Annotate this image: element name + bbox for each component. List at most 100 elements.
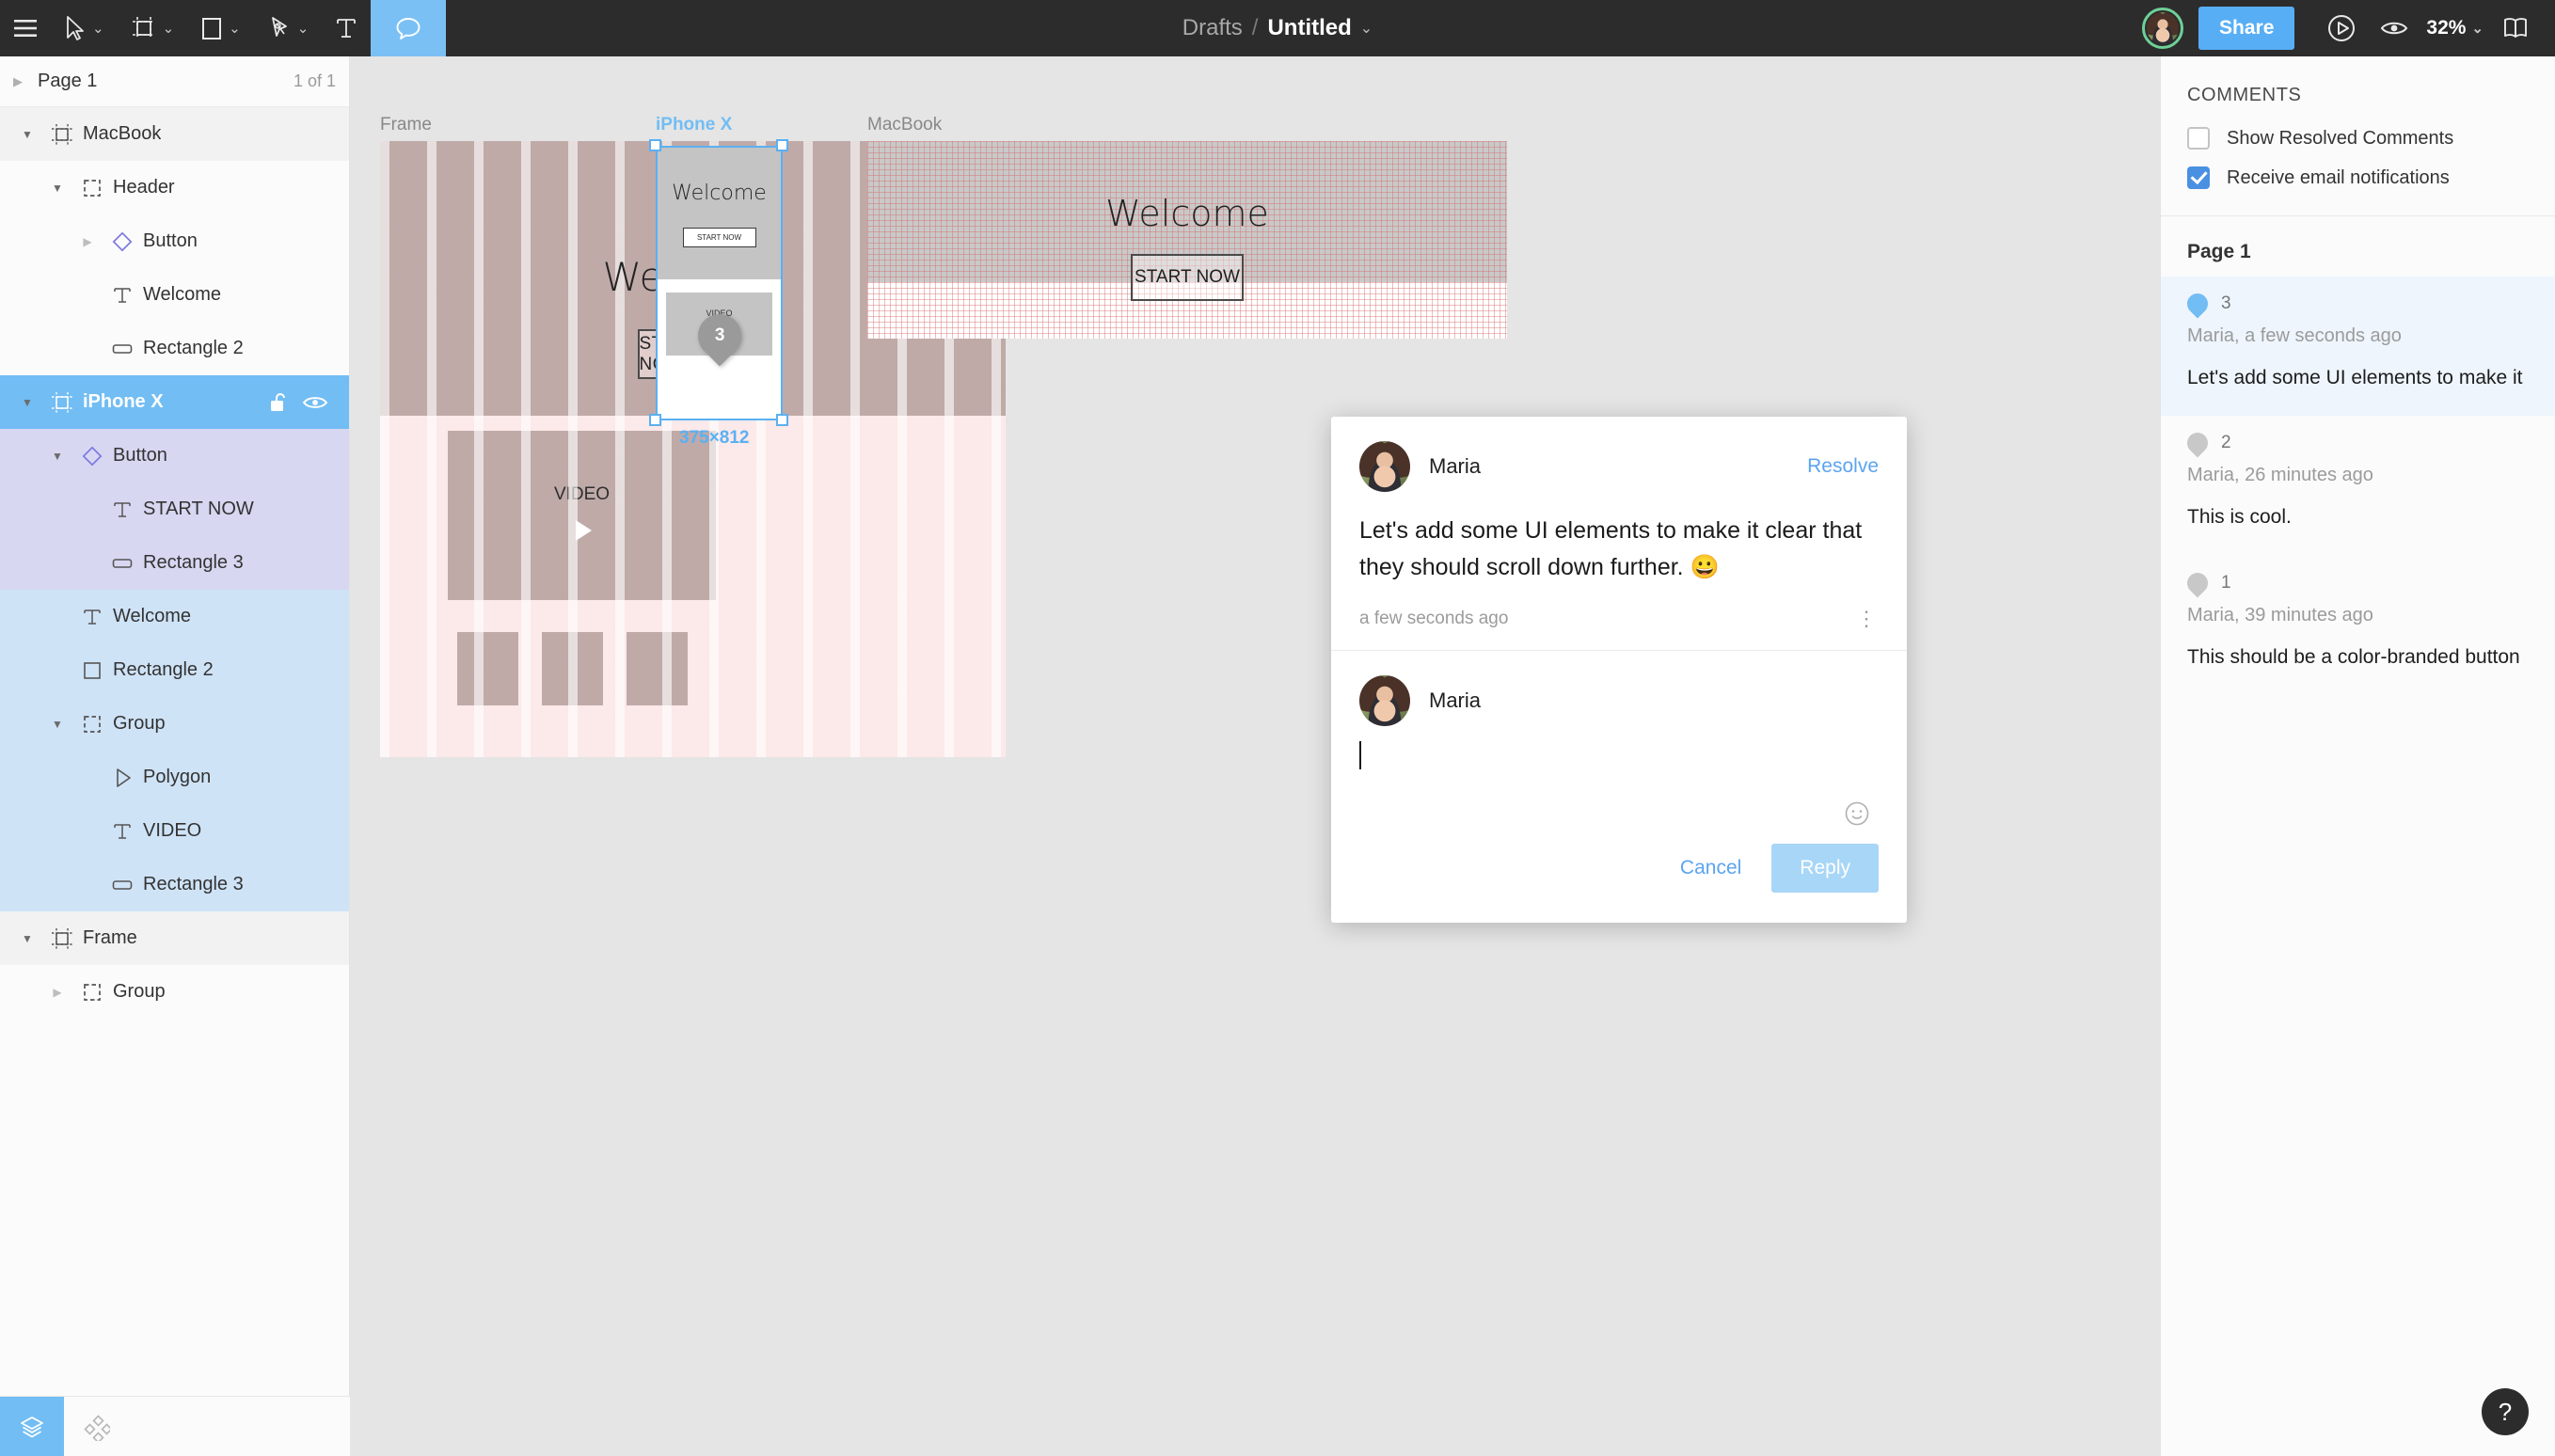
- text-icon: [114, 501, 131, 517]
- unlock-icon[interactable]: [268, 391, 289, 414]
- comment-tool-button[interactable]: [371, 0, 447, 56]
- comments-panel-title: COMMENTS: [2187, 85, 2302, 105]
- artboard-label-macbook[interactable]: MacBook: [867, 115, 942, 135]
- comment-list-item[interactable]: 1 Maria, 39 minutes ago This should be a…: [2161, 556, 2555, 695]
- layer-row-rectangle-2[interactable]: ▶ Rectangle 2: [0, 643, 349, 697]
- move-tool-button[interactable]: ⌄: [51, 0, 118, 56]
- layer-row-button[interactable]: ▶ Button: [0, 214, 349, 268]
- layer-name: iPhone X: [83, 391, 164, 412]
- reply-button[interactable]: Reply: [1771, 843, 1879, 893]
- frame-tool-button[interactable]: ⌄: [118, 0, 188, 56]
- layer-row-start-now[interactable]: ▶ START NOW: [0, 483, 349, 536]
- selection-handle-bottom-right[interactable]: [776, 414, 788, 426]
- present-button[interactable]: [2315, 0, 2368, 56]
- pen-tool-button[interactable]: ⌄: [254, 0, 323, 56]
- resolve-button[interactable]: Resolve: [1807, 455, 1879, 478]
- emoji-picker-button[interactable]: [1843, 799, 1871, 832]
- comments-page-heading: Page 1: [2187, 241, 2251, 262]
- text-tool-button[interactable]: [322, 0, 371, 56]
- page-label: Page 1: [38, 71, 98, 91]
- eye-icon[interactable]: [302, 393, 328, 412]
- chevron-down-icon[interactable]: ▼: [43, 718, 71, 731]
- artboard-label-frame[interactable]: Frame: [380, 115, 432, 135]
- layer-name: Welcome: [113, 606, 191, 626]
- hamburger-menu-button[interactable]: [0, 0, 51, 56]
- chevron-down-icon[interactable]: ▼: [43, 182, 71, 195]
- book-open-icon: [2504, 18, 2527, 38]
- iphone-hero-band: [656, 146, 783, 279]
- layer-row-polygon[interactable]: ▶ Polygon: [0, 751, 349, 804]
- comment-number: 3: [2221, 293, 2231, 313]
- panel-toggle-button[interactable]: [2489, 0, 2542, 56]
- layer-row-button[interactable]: ▼ Button: [0, 429, 349, 483]
- chevron-down-icon[interactable]: ⌄: [1360, 19, 1373, 38]
- artboard-label-iphone-x[interactable]: iPhone X: [656, 115, 732, 135]
- layer-name: Welcome: [143, 284, 221, 305]
- zoom-chevron-down-icon[interactable]: ⌄: [2471, 22, 2484, 36]
- page-row[interactable]: ▶ Page 1 1 of 1: [0, 56, 349, 107]
- text-icon: [114, 287, 131, 303]
- chevron-right-icon[interactable]: ▶: [43, 986, 71, 999]
- cancel-button[interactable]: Cancel: [1667, 847, 1754, 889]
- zoom-level-control[interactable]: 32% ⌄: [2420, 17, 2489, 40]
- chevron-right-icon[interactable]: ▶: [13, 74, 38, 89]
- rounded-rect-icon: [112, 879, 133, 890]
- comment-popup-header: Maria Resolve: [1331, 417, 1907, 492]
- email-notifications-checkbox[interactable]: [2187, 166, 2210, 189]
- show-resolved-comments-row[interactable]: Show Resolved Comments: [2187, 127, 2529, 150]
- pen-tool-caret[interactable]: ⌄: [297, 22, 309, 36]
- shape-tool-button[interactable]: ⌄: [187, 0, 254, 56]
- layer-row-rectangle-3[interactable]: ▶ Rectangle 3: [0, 858, 349, 911]
- layer-row-header[interactable]: ▼ Header: [0, 161, 349, 214]
- canvas-comment-pin-number: 3: [714, 325, 725, 346]
- zoom-level-value: 32%: [2426, 17, 2467, 39]
- layer-name: Frame: [83, 927, 137, 948]
- layer-row-macbook[interactable]: ▼ MacBook: [0, 107, 349, 161]
- email-notifications-label: Receive email notifications: [2227, 166, 2450, 188]
- breadcrumb-file-name[interactable]: Untitled: [1267, 15, 1351, 41]
- group-icon: [84, 983, 101, 1001]
- layer-row-frame[interactable]: ▼ Frame: [0, 911, 349, 965]
- layer-row-group[interactable]: ▶ Group: [0, 965, 349, 1019]
- layer-row-welcome[interactable]: ▶ Welcome: [0, 268, 349, 322]
- layers-tab-button[interactable]: [0, 1397, 64, 1456]
- layer-row-group[interactable]: ▼ Group: [0, 697, 349, 751]
- frame-tool-caret[interactable]: ⌄: [163, 22, 175, 36]
- help-button[interactable]: ?: [2482, 1388, 2529, 1435]
- layer-name: Group: [113, 713, 166, 734]
- selection-handle-bottom-left[interactable]: [649, 414, 661, 426]
- breadcrumb-project[interactable]: Drafts: [1182, 15, 1243, 41]
- layer-icon: [71, 980, 113, 1005]
- layer-row-video[interactable]: ▶ VIDEO: [0, 804, 349, 858]
- avatar[interactable]: [2142, 8, 2184, 49]
- layer-row-welcome[interactable]: ▶ Welcome: [0, 590, 349, 643]
- layer-row-rectangle-2[interactable]: ▶ Rectangle 2: [0, 322, 349, 375]
- chevron-down-icon[interactable]: ▼: [13, 396, 41, 409]
- artboard-macbook[interactable]: Welcome START NOW: [867, 141, 1507, 339]
- layer-row-rectangle-3[interactable]: ▶ Rectangle 3: [0, 536, 349, 590]
- share-button[interactable]: Share: [2198, 7, 2295, 50]
- show-resolved-comments-checkbox[interactable]: [2187, 127, 2210, 150]
- triangle-icon: [117, 768, 131, 787]
- layer-row-iphone-x[interactable]: ▼ iPhone X: [0, 375, 349, 429]
- chevron-down-icon[interactable]: ▼: [13, 932, 41, 945]
- shape-tool-caret[interactable]: ⌄: [229, 22, 241, 36]
- comment-list-item[interactable]: 2 Maria, 26 minutes ago This is cool.: [2161, 416, 2555, 555]
- artboard-iphone-x[interactable]: Welcome START NOW VIDEO: [656, 146, 783, 420]
- hamburger-menu-icon: [14, 20, 37, 37]
- play-circle-icon: [2328, 15, 2356, 41]
- email-notifications-row[interactable]: Receive email notifications: [2187, 166, 2529, 189]
- selection-handle-top-left[interactable]: [649, 139, 661, 151]
- selection-handle-top-right[interactable]: [776, 139, 788, 151]
- kebab-menu-icon[interactable]: ⋮: [1856, 609, 1879, 629]
- chevron-right-icon[interactable]: ▶: [73, 235, 102, 248]
- no-disclosure-spacer: ▶: [73, 771, 102, 784]
- chevron-down-icon[interactable]: ▼: [13, 128, 41, 141]
- reply-input[interactable]: [1359, 726, 1879, 834]
- chevron-down-icon[interactable]: ▼: [43, 450, 71, 463]
- move-tool-caret[interactable]: ⌄: [92, 22, 104, 36]
- view-settings-button[interactable]: [2368, 0, 2420, 56]
- breadcrumb: Drafts / Untitled ⌄: [1182, 15, 1373, 41]
- components-tab-button[interactable]: [64, 1397, 128, 1456]
- comment-list-item[interactable]: 3 Maria, a few seconds ago Let's add som…: [2161, 277, 2555, 417]
